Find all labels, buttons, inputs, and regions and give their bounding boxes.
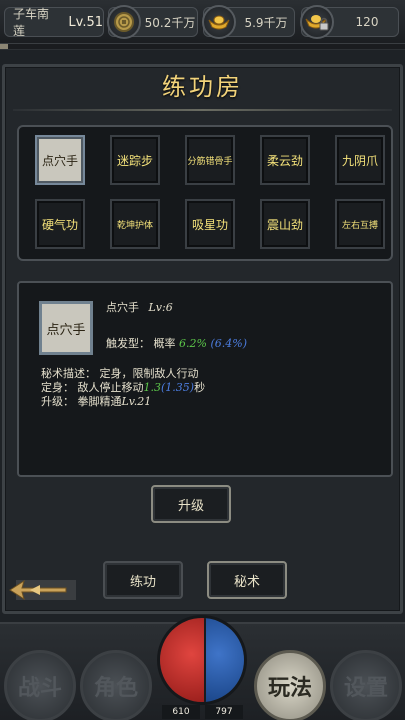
immobilize-value-next: (1.35): [161, 381, 195, 394]
skill-name: 点穴手: [106, 301, 139, 314]
tab-secret-art[interactable]: 秘术: [207, 561, 287, 599]
nav-role-button[interactable]: 角色: [80, 650, 152, 720]
selected-skill-icon: 点穴手: [39, 301, 93, 355]
hp-orb: [160, 618, 205, 702]
hp-value: 610: [162, 705, 200, 719]
trigger-percent: 6.2%: [179, 337, 207, 350]
player-info[interactable]: 子车南莲 Lv.51: [4, 7, 104, 38]
mp-value: 797: [205, 705, 243, 719]
player-level: Lv.51: [68, 14, 103, 30]
skill-slot[interactable]: 震山劲: [260, 199, 310, 249]
skill-slot[interactable]: 迷踪步: [110, 135, 160, 185]
immobilize-unit: 秒: [194, 381, 206, 394]
locked-ingot-icon: [300, 5, 334, 39]
nav-role-label: 角色: [93, 675, 138, 701]
upgrade-requirement-line: 升级： 拳脚精通Lv.21: [41, 393, 151, 409]
gold-ingot-icon: [202, 5, 236, 39]
coin-value: 50.2千万: [144, 15, 196, 30]
title-divider: [13, 109, 392, 111]
progress-strip: [0, 44, 405, 50]
upgrade-requirement-text: 升级： 拳脚精通: [41, 395, 122, 408]
locked-ingot-counter[interactable]: 120: [300, 5, 399, 39]
trigger-prob-label: 概率: [153, 337, 176, 350]
gold-value: 5.9千万: [244, 15, 288, 30]
training-room-panel: 练功房 点穴手 迷踪步 分筋错骨手 柔云劲 九阴爪 硬气功 乾坤护体 吸星功 震山劲 左右互搏 点…: [2, 64, 403, 614]
nav-settings-button[interactable]: 设置: [330, 650, 402, 720]
trigger-percent-next: (6.4%): [210, 337, 247, 350]
skill-slot[interactable]: 硬气功: [35, 199, 85, 249]
top-bar: 子车南莲 Lv.51 50.2千万 5.9千万 120: [0, 0, 405, 44]
tab-train[interactable]: 练功: [103, 561, 183, 599]
nav-battle-button[interactable]: 战斗: [4, 650, 76, 720]
skill-slot[interactable]: 左右互搏: [335, 199, 385, 249]
skill-level: Lv:6: [148, 301, 173, 314]
skill-slot[interactable]: 乾坤护体: [110, 199, 160, 249]
page-title: 练功房: [162, 73, 243, 101]
nav-battle-label: 战斗: [17, 675, 62, 701]
nav-play-button[interactable]: 玩法: [254, 650, 326, 720]
coin-icon: [107, 5, 141, 39]
skill-name-line: 点穴手 Lv:6: [106, 299, 173, 315]
nav-play-label: 玩法: [267, 675, 312, 701]
hp-mp-orb: [157, 615, 247, 705]
skill-slot[interactable]: 吸星功: [185, 199, 235, 249]
skill-slot[interactable]: 九阴爪: [335, 135, 385, 185]
skill-slot[interactable]: 柔云劲: [260, 135, 310, 185]
locked-ingot-value: 120: [355, 15, 379, 29]
trigger-label: 触发型：: [106, 337, 150, 350]
upgrade-requirement-level: Lv.21: [121, 395, 152, 408]
skill-slot[interactable]: 分筋错骨手: [185, 135, 235, 185]
gold-counter[interactable]: 5.9千万: [202, 5, 295, 39]
mp-orb: [205, 618, 244, 702]
player-name: 子车南莲: [13, 7, 50, 38]
skill-grid: 点穴手 迷踪步 分筋错骨手 柔云劲 九阴爪硬气功 乾坤护体 吸星功 震山劲 左右互搏: [17, 125, 393, 261]
back-arrow-icon[interactable]: [6, 578, 78, 602]
trigger-line: 触发型： 概率 6.2% (6.4%): [106, 335, 247, 351]
nav-settings-label: 设置: [343, 675, 388, 701]
upgrade-button[interactable]: 升级: [151, 485, 231, 523]
skill-detail-box: 点穴手 点穴手 Lv:6 触发型： 概率 6.2% (6.4%) 秘术描述： 定…: [17, 281, 393, 477]
coin-counter[interactable]: 50.2千万: [107, 5, 198, 39]
skill-slot[interactable]: 点穴手: [35, 135, 85, 185]
